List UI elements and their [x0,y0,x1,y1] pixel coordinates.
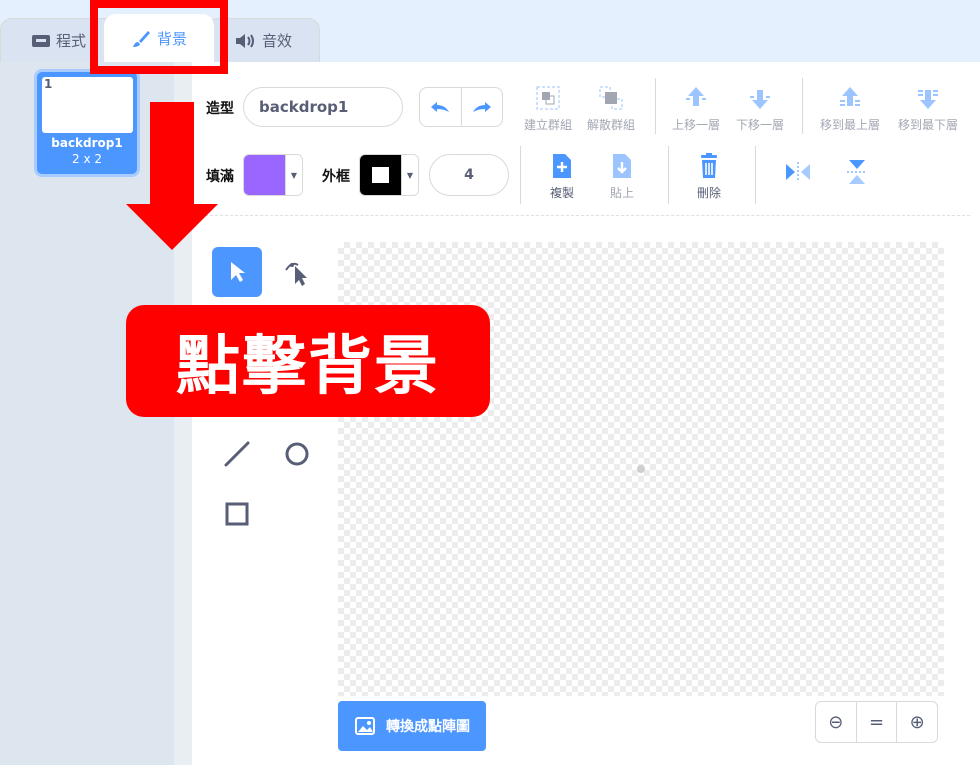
convert-to-bitmap-button[interactable]: 轉換成點陣圖 [338,701,486,751]
fill-color-picker[interactable]: ▼ [243,154,303,196]
tab-code-label: 程式 [55,32,86,50]
forward-button[interactable]: 上移一層 [664,84,728,133]
annotation-callout: 點擊背景 [126,305,490,417]
group-button[interactable]: 建立群組 [516,84,580,133]
rectangle-tool[interactable] [212,489,262,539]
forward-label: 上移一層 [671,118,720,132]
flip-vertical-button[interactable] [825,158,889,190]
copy-label: 複製 [549,186,574,200]
rectangle-icon [225,502,249,526]
zoom-out-button[interactable]: ⊖ [816,702,856,742]
arrow-down-icon [750,90,770,109]
annotation-arrow-head [126,204,218,250]
back-button[interactable]: 移到最下層 [892,84,964,133]
outline-color-swatch [360,155,401,195]
speaker-icon [235,33,254,48]
costume-name-label: 造型 [206,101,234,117]
line-icon [224,441,250,467]
outline-label: 外框 [322,169,350,185]
fill-label: 填滿 [206,169,234,185]
back-label: 移到最下層 [897,118,958,132]
zoom-controls: ⊖ = ⊕ [815,701,938,743]
paste-label: 貼上 [609,186,634,200]
redo-icon [472,102,491,112]
undo-button[interactable] [420,88,461,126]
backdrop-size: 2 x 2 [72,152,102,166]
arrow-bottom-icon [918,90,938,109]
image-icon [355,717,375,735]
backdrop-thumbnail [42,77,133,133]
toolbar-divider [755,146,756,204]
undo-icon [431,102,450,112]
ungroup-icon [599,86,623,110]
select-tool[interactable] [212,247,262,297]
trash-icon [701,153,717,178]
costume-name-input[interactable]: backdrop1 [243,87,403,127]
delete-button[interactable]: 刪除 [677,152,741,201]
backdrop-index: 1 [44,77,53,91]
zoom-in-button[interactable]: ⊕ [896,702,937,742]
fill-color-swatch [244,155,285,195]
reshape-tool[interactable] [272,247,322,297]
code-icon [31,34,50,47]
backward-button[interactable]: 下移一層 [728,84,792,133]
backward-label: 下移一層 [735,118,784,132]
zoom-reset-button[interactable]: = [855,702,897,742]
front-button[interactable]: 移到最上層 [814,84,886,133]
backdrop-name: backdrop1 [51,136,123,150]
flip-vertical-icon [847,160,867,184]
toolbar-divider [668,146,669,204]
group-label: 建立群組 [523,118,572,132]
copy-button[interactable]: 複製 [530,152,594,201]
toolbar-divider [655,78,656,134]
toolbar-divider [520,146,521,204]
backdrop-tile[interactable]: 1 backdrop1 2 x 2 [34,69,140,177]
outline-color-picker[interactable]: ▼ [359,154,419,196]
arrow-top-icon [840,87,860,106]
tab-sounds-label: 音效 [261,32,292,50]
paste-button[interactable]: 貼上 [590,152,654,201]
cursor-icon [231,262,245,282]
canvas-center-marker [637,465,645,473]
circle-icon [285,442,309,466]
delete-label: 刪除 [696,186,721,200]
reshape-icon [285,262,307,286]
convert-label: 轉換成點陣圖 [386,719,470,735]
undo-redo-group [419,87,503,127]
highlight-box [90,0,228,74]
toolbar-divider [802,78,803,134]
flip-horizontal-button[interactable] [766,158,830,190]
chevron-down-icon: ▼ [285,155,302,195]
copy-icon [553,154,571,178]
front-label: 移到最上層 [819,118,880,132]
paste-icon [613,154,631,178]
redo-button[interactable] [460,88,503,126]
ungroup-button[interactable]: 解散群組 [579,84,643,133]
annotation-arrow-shaft [150,102,194,206]
flip-horizontal-icon [786,162,810,182]
chevron-down-icon: ▼ [401,155,418,195]
ungroup-label: 解散群組 [586,118,635,132]
circle-tool[interactable] [272,429,322,479]
arrow-up-icon [686,87,706,106]
stroke-width-input[interactable]: 4 [429,154,509,196]
line-tool[interactable] [212,429,262,479]
group-icon [536,86,560,110]
toolbar-separator [200,215,970,216]
